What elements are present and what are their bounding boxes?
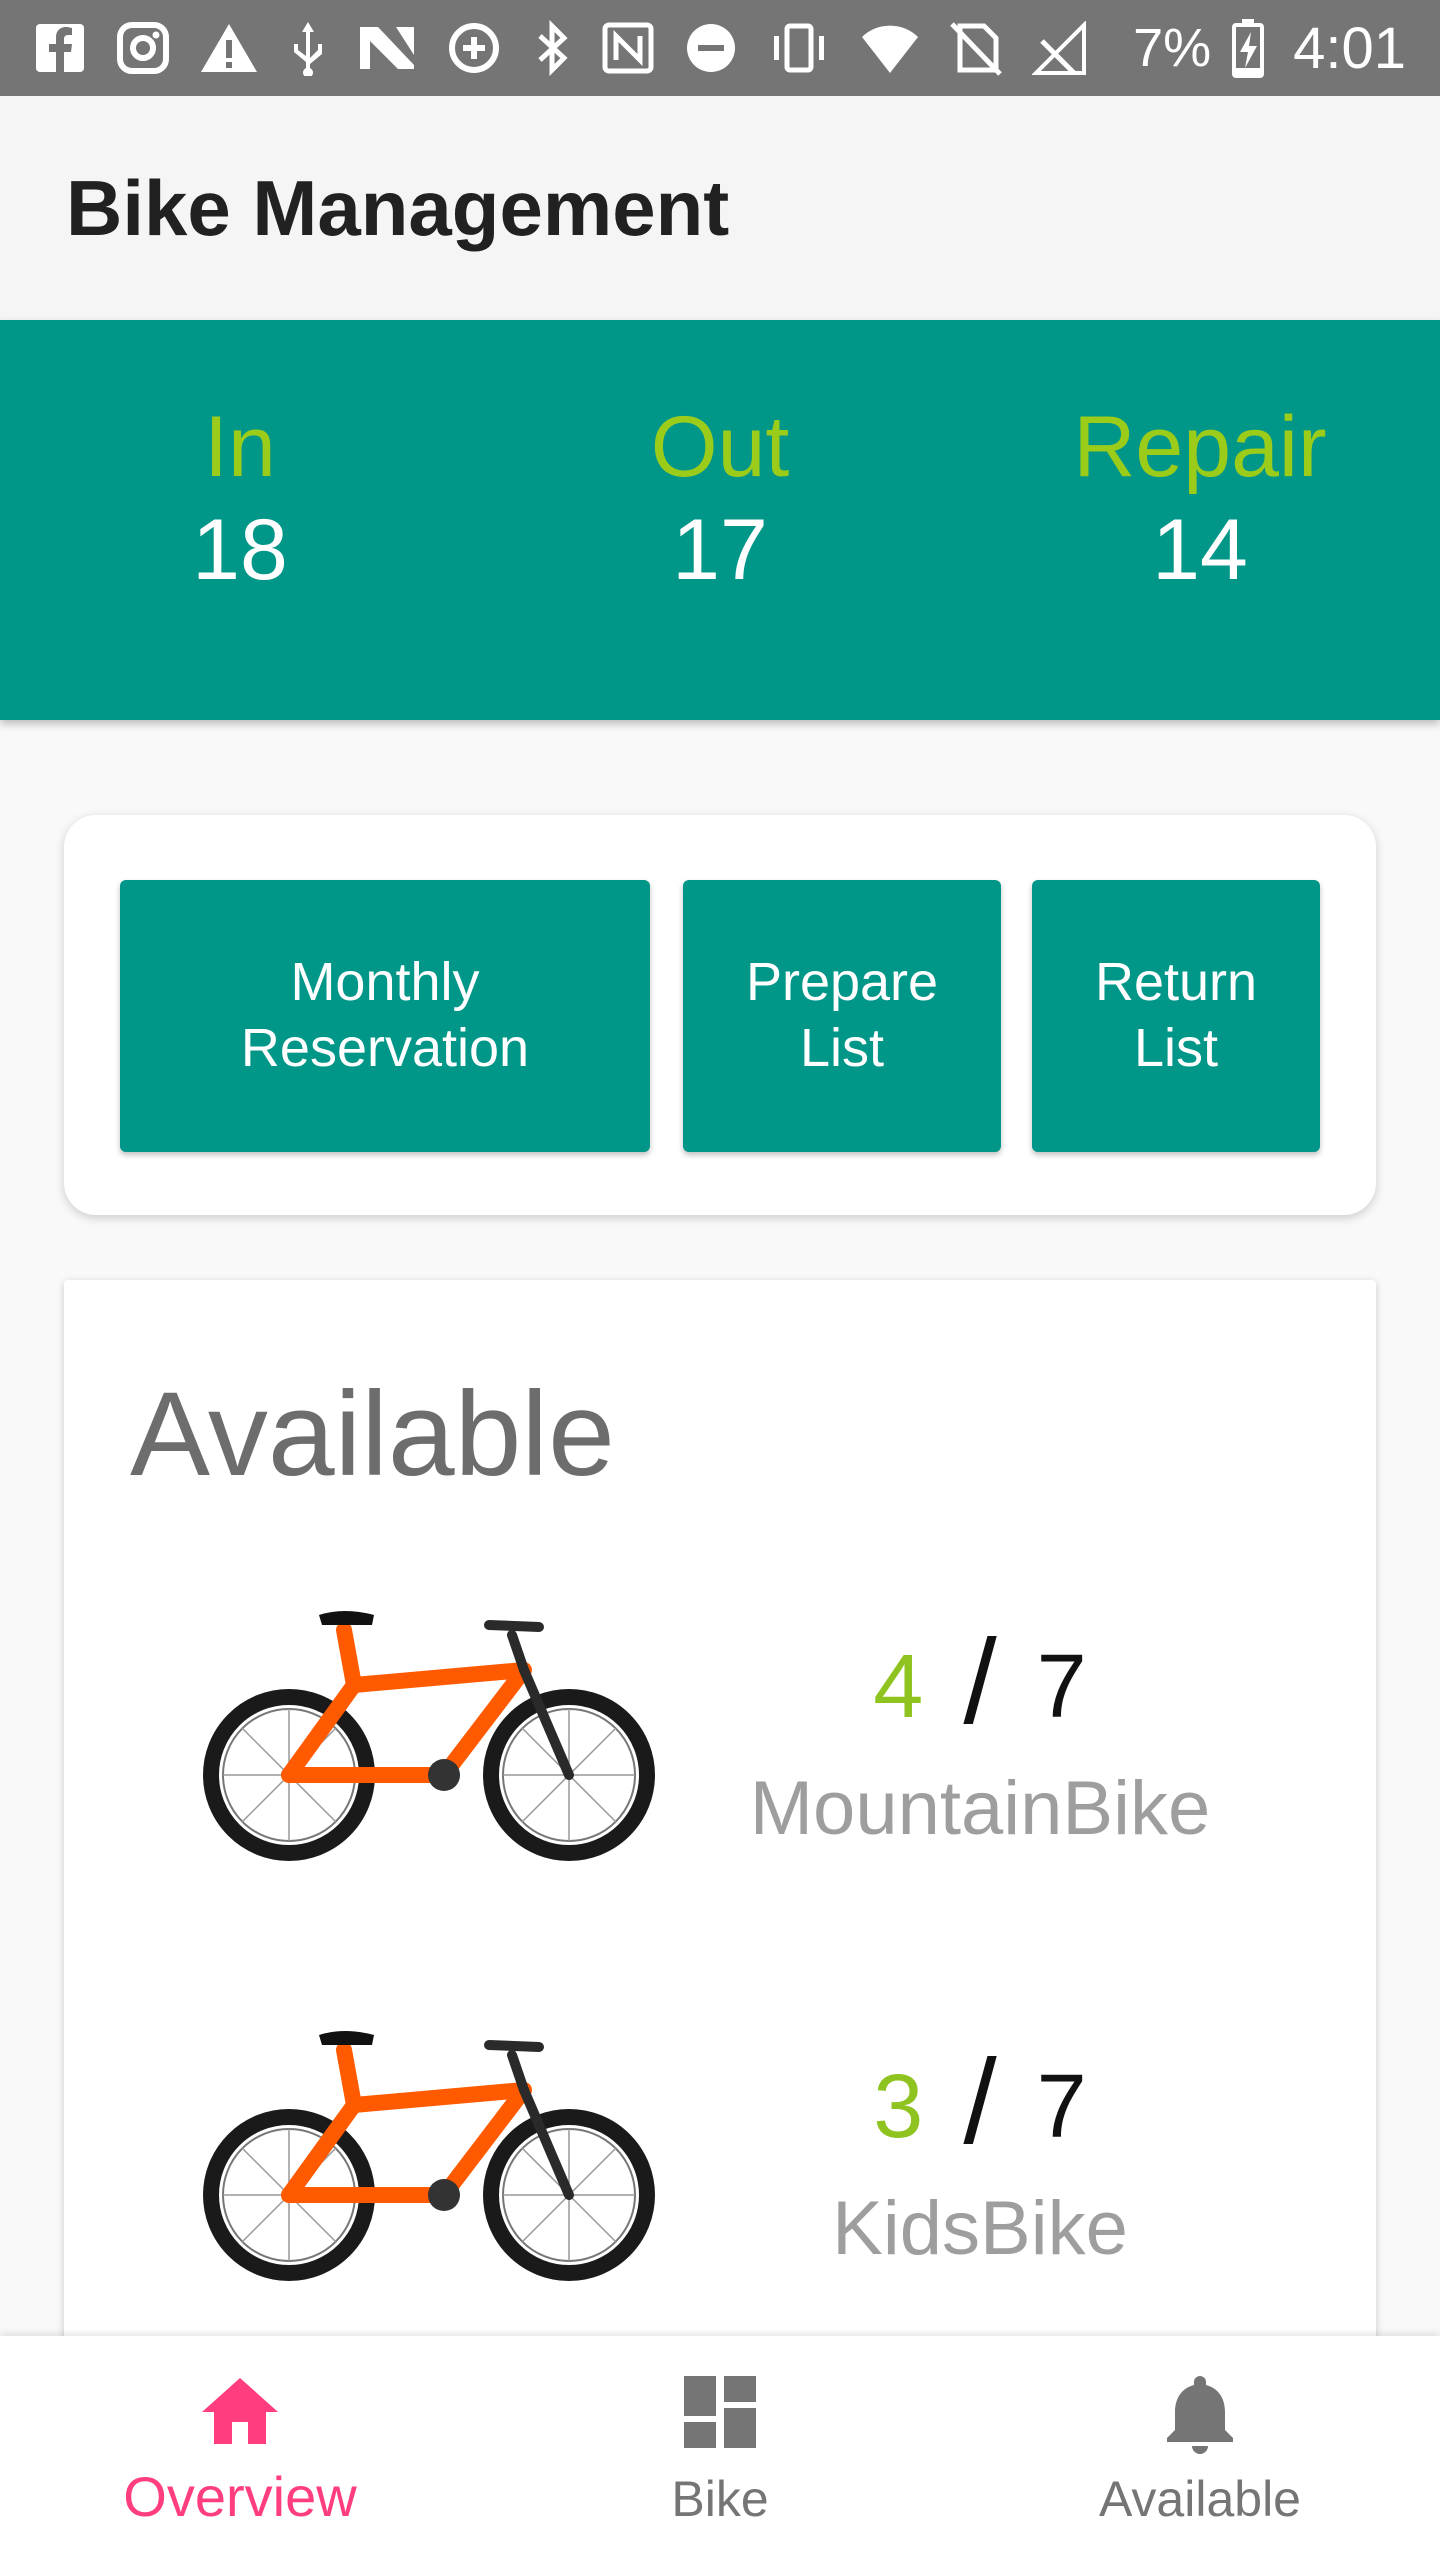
- stats-band: In 18 Out 17 Repair 14: [0, 320, 1440, 720]
- bluetooth-icon: [538, 20, 568, 76]
- bike-count: 3 / 7: [700, 2033, 1260, 2171]
- facebook-icon: [36, 24, 84, 72]
- stat-out-label: Out: [650, 399, 790, 495]
- return-list-label-line2: List: [1133, 1018, 1219, 1078]
- bike-name: MountainBike: [749, 1766, 1211, 1851]
- bike-row-mountain[interactable]: 4 / 7 MountainBike: [64, 1575, 1376, 1875]
- monthly-reservation-label-line1: Monthly: [290, 952, 480, 1013]
- total-count: 7: [1036, 2057, 1087, 2157]
- bike-name: KidsBike: [832, 2186, 1128, 2271]
- status-bar: 7% 4:01: [0, 0, 1440, 96]
- nav-label-available: Available: [1098, 2471, 1301, 2527]
- page-title: Bike Management: [66, 163, 730, 252]
- nav-label-overview: Overview: [123, 2465, 357, 2528]
- available-title: Available: [130, 1367, 615, 1501]
- battery-charging-icon: [1232, 19, 1265, 78]
- warning-icon: [201, 24, 257, 72]
- vibrate-icon: [774, 23, 824, 73]
- stat-out-value: 17: [672, 501, 768, 598]
- return-list-label-line1: Return: [1094, 952, 1258, 1013]
- bike-row-kids[interactable]: 3 / 7 KidsBike: [64, 1995, 1376, 2295]
- stat-in-label: In: [204, 399, 276, 495]
- available-count: 3: [873, 2057, 924, 2157]
- return-list-button[interactable]: Return List: [1032, 880, 1320, 1152]
- status-right: 7% 4:01: [1133, 15, 1406, 82]
- bottom-nav: Overview Bike Available: [0, 2336, 1440, 2560]
- instagram-icon: [117, 22, 169, 74]
- no-sim-icon: [950, 22, 1002, 76]
- monthly-reservation-button[interactable]: Monthly Reservation: [120, 880, 650, 1152]
- nav-item-overview[interactable]: Overview: [0, 2336, 480, 2560]
- monthly-reservation-label-line2: Reservation: [240, 1018, 530, 1078]
- battery-percent: 7%: [1133, 18, 1212, 78]
- stat-in: In 18: [40, 400, 440, 606]
- nfc-icon: [602, 22, 654, 74]
- stat-repair: Repair 14: [1000, 400, 1400, 606]
- home-icon: [202, 2378, 278, 2444]
- no-signal-icon: [1032, 21, 1086, 75]
- prepare-list-label-line2: List: [799, 1018, 885, 1078]
- count-separator: /: [963, 2035, 997, 2169]
- dashboard-icon: [684, 2376, 756, 2448]
- clock: 4:01: [1293, 15, 1406, 81]
- stat-repair-label: Repair: [1073, 399, 1327, 495]
- stat-repair-value: 14: [1152, 501, 1248, 598]
- prepare-list-button[interactable]: Prepare List: [683, 880, 1001, 1152]
- count-separator: /: [963, 1615, 997, 1749]
- mountain-bike-image: [203, 1611, 655, 1861]
- n-icon: [360, 27, 414, 69]
- bell-icon: [1167, 2376, 1233, 2454]
- stat-out: Out 17: [520, 400, 920, 606]
- prepare-list-label-line1: Prepare: [745, 952, 939, 1013]
- bike-count: 4 / 7: [700, 1613, 1260, 1751]
- action-card: Monthly Reservation Prepare List Return …: [64, 815, 1376, 1215]
- nav-item-bike[interactable]: Bike: [480, 2336, 960, 2560]
- stat-in-value: 18: [192, 501, 288, 598]
- total-count: 7: [1036, 1637, 1087, 1737]
- data-saver-icon: [449, 23, 499, 73]
- app-bar: Bike Management: [0, 96, 1440, 320]
- nav-item-available[interactable]: Available: [960, 2336, 1440, 2560]
- usb-icon: [294, 22, 322, 76]
- dnd-icon: [687, 24, 735, 72]
- status-icons: [34, 20, 1088, 76]
- nav-label-bike: Bike: [671, 2471, 769, 2527]
- available-count: 4: [873, 1637, 924, 1737]
- wifi-icon: [862, 25, 918, 73]
- kids-bike-image: [203, 2031, 655, 2281]
